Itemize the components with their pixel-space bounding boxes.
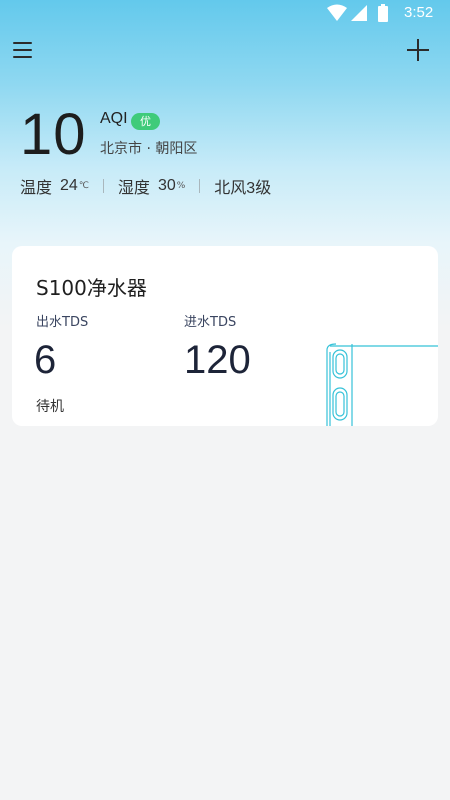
outlet-tds-value: 6 xyxy=(34,338,57,382)
location-label[interactable]: 北京市 · 朝阳区 xyxy=(100,138,197,158)
inlet-tds-label: 进水TDS xyxy=(184,315,237,330)
outlet-tds-label: 出水TDS xyxy=(36,315,89,330)
device-status: 待机 xyxy=(36,399,64,415)
divider xyxy=(102,179,104,193)
humidity-label: 湿度 xyxy=(117,178,150,197)
temperature-value: 24 xyxy=(60,177,78,194)
battery-icon xyxy=(378,4,388,22)
divider xyxy=(199,179,201,193)
temperature-label: 温度 xyxy=(20,178,53,197)
cell-signal-icon xyxy=(351,5,367,21)
wifi-icon xyxy=(327,4,347,21)
temperature-unit: ℃ xyxy=(78,181,89,191)
device-card[interactable]: S100净水器 出水TDS 进水TDS 6 120 待机 xyxy=(12,246,438,426)
aqi-value: 10 xyxy=(20,102,87,167)
inlet-tds-value: 120 xyxy=(184,338,251,382)
status-bar: 3:52 xyxy=(0,0,450,26)
device-name: S100净水器 xyxy=(36,276,147,300)
aqi-quality-badge: 优 xyxy=(131,113,160,130)
humidity-unit: % xyxy=(176,181,186,191)
status-time: 3:52 xyxy=(404,4,434,21)
hamburger-menu-icon[interactable] xyxy=(10,38,36,62)
wind-label: 北风3级 xyxy=(214,180,272,197)
weather-row: 温度 24 ℃ 湿度 30 % 北风3级 xyxy=(20,175,271,197)
humidity-value: 30 xyxy=(157,177,176,194)
water-purifier-illustration xyxy=(326,343,438,426)
aqi-label: AQI xyxy=(100,110,128,127)
plus-icon[interactable] xyxy=(404,36,432,64)
